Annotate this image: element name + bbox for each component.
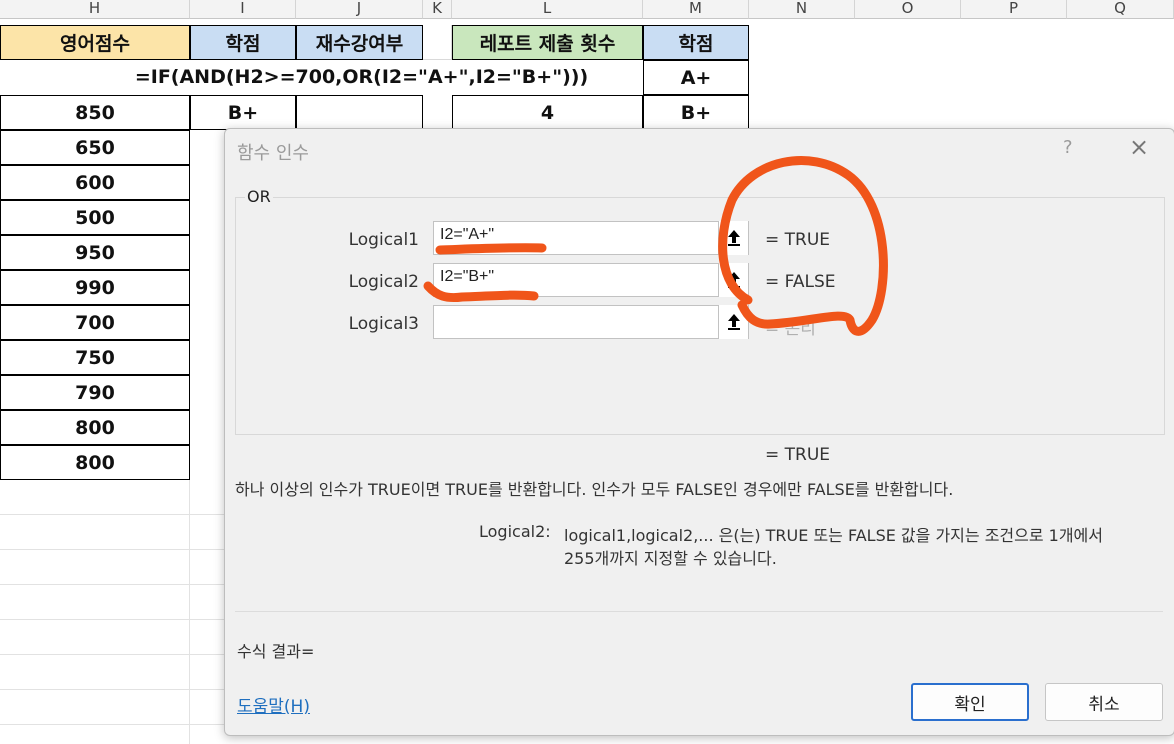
- gridline: [0, 724, 224, 725]
- cell-k1[interactable]: [423, 25, 452, 60]
- gridline: [0, 549, 224, 550]
- logical3-result: = 논리: [765, 319, 816, 339]
- help-link[interactable]: 도움말(H): [237, 692, 310, 717]
- cell-h13[interactable]: 800: [0, 445, 190, 480]
- column-header-l[interactable]: L: [452, 0, 643, 19]
- close-icon[interactable]: ×: [1129, 133, 1149, 161]
- formula-result-label: 수식 결과=: [237, 642, 315, 661]
- gridline: [0, 514, 224, 515]
- column-header-q[interactable]: Q: [1067, 0, 1174, 19]
- formula-cell-text[interactable]: =IF(AND(H2>=700,OR(I2="A+",I2="B+"))): [0, 60, 643, 94]
- column-header-m[interactable]: M: [643, 0, 749, 19]
- collapse-dialog-button[interactable]: [718, 263, 748, 297]
- logical2-label: Logical2: [348, 272, 419, 292]
- logical2-result: = FALSE: [765, 272, 836, 292]
- function-name: OR: [245, 187, 273, 206]
- gridline: [189, 480, 190, 744]
- help-icon[interactable]: ?: [1063, 137, 1073, 158]
- gridline: [0, 654, 224, 655]
- arrow-up-icon: [727, 314, 740, 330]
- cell-i3[interactable]: B+: [190, 95, 296, 130]
- cell-j3[interactable]: [296, 95, 423, 130]
- cell-h4[interactable]: 650: [0, 130, 190, 165]
- column-header-j[interactable]: J: [296, 0, 423, 19]
- column-header-n[interactable]: N: [749, 0, 855, 19]
- logical1-input[interactable]: I2="A+": [433, 221, 749, 255]
- logical3-label: Logical3: [348, 314, 419, 334]
- arrow-up-icon: [727, 272, 740, 288]
- column-header-p[interactable]: P: [961, 0, 1067, 19]
- cell-m1[interactable]: 학점: [643, 25, 749, 60]
- cell-h6[interactable]: 500: [0, 200, 190, 235]
- cell-h5[interactable]: 600: [0, 165, 190, 200]
- column-header-h[interactable]: H: [0, 0, 190, 19]
- cancel-button[interactable]: 취소: [1045, 683, 1163, 721]
- gridline: [0, 584, 224, 585]
- overall-result: = TRUE: [765, 445, 831, 465]
- cell-h7[interactable]: 950: [0, 235, 190, 270]
- cell-j1[interactable]: 재수강여부: [296, 25, 423, 60]
- function-description: 하나 이상의 인수가 TRUE이면 TRUE를 반환합니다. 인수가 모두 FA…: [235, 480, 954, 499]
- cell-l3[interactable]: 4: [452, 95, 643, 130]
- column-header-i[interactable]: I: [190, 0, 296, 19]
- argument-help-label: Logical2:: [479, 522, 551, 541]
- column-header-k[interactable]: K: [423, 0, 452, 19]
- cell-i1[interactable]: 학점: [190, 25, 296, 60]
- cell-h9[interactable]: 700: [0, 305, 190, 340]
- cell-m2[interactable]: A+: [643, 60, 749, 95]
- logical1-result: = TRUE: [765, 230, 831, 250]
- separator: [235, 611, 1163, 612]
- cell-h12[interactable]: 800: [0, 410, 190, 445]
- dialog-title: 함수 인수: [237, 143, 309, 164]
- cell-h8[interactable]: 990: [0, 270, 190, 305]
- argument-help-text-line2: 255개까지 지정할 수 있습니다.: [564, 549, 777, 568]
- collapse-dialog-button[interactable]: [718, 221, 748, 255]
- collapse-dialog-button[interactable]: [718, 305, 748, 339]
- function-arguments-dialog: 함수 인수 ? × OR Logical1 I2="A+" = TRUE Log…: [224, 128, 1174, 736]
- logical3-input[interactable]: [433, 305, 749, 339]
- argument-help-text-line1: logical1,logical2,... 은(는) TRUE 또는 FALSE…: [564, 526, 1103, 545]
- cell-h11[interactable]: 790: [0, 375, 190, 410]
- cell-l1[interactable]: 레포트 제출 횟수: [452, 25, 643, 60]
- gridline: [0, 689, 224, 690]
- arrow-up-icon: [727, 230, 740, 246]
- logical2-input[interactable]: I2="B+": [433, 263, 749, 297]
- gridline: [0, 619, 224, 620]
- column-header-o[interactable]: O: [855, 0, 961, 19]
- cell-m3[interactable]: B+: [643, 95, 749, 130]
- logical1-label: Logical1: [348, 230, 419, 250]
- cell-h1[interactable]: 영어점수: [0, 25, 190, 60]
- cell-h3[interactable]: 850: [0, 95, 190, 130]
- cell-h10[interactable]: 750: [0, 340, 190, 375]
- ok-button[interactable]: 확인: [911, 683, 1029, 721]
